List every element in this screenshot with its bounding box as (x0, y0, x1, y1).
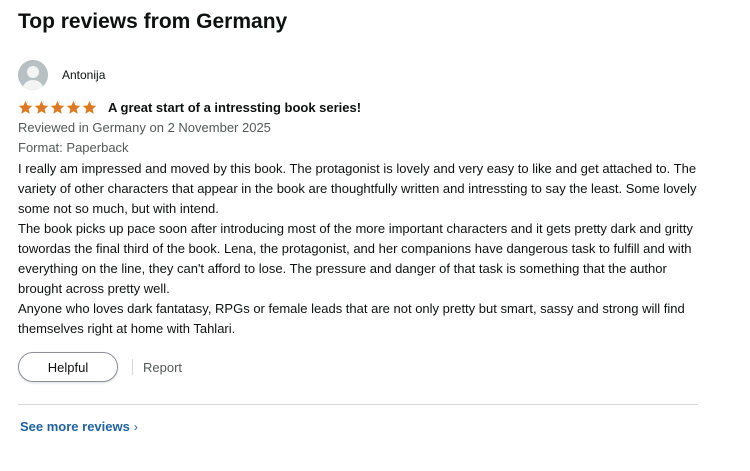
reviewer-profile[interactable]: Antonija (18, 60, 698, 90)
review-format: Format: Paperback (18, 140, 129, 155)
user-silhouette-icon (18, 60, 48, 90)
star-icon (34, 100, 49, 114)
review-card: Antonija A great start of a intressting … (18, 60, 698, 383)
report-link[interactable]: Report (143, 360, 182, 375)
chevron-right-icon: › (133, 419, 138, 434)
see-more-label[interactable]: See more reviews (20, 419, 130, 434)
review-title[interactable]: A great start of a intressting book seri… (108, 100, 361, 115)
review-actions: Helpful Report (18, 351, 698, 383)
review-paragraph: The book picks up pace soon after introd… (18, 221, 693, 296)
star-icon (18, 100, 33, 114)
star-icon (82, 100, 97, 114)
review-date: Reviewed in Germany on 2 November 2025 (18, 120, 271, 135)
review-body: I really am impressed and moved by this … (18, 159, 698, 339)
action-divider (132, 359, 133, 375)
helpful-button[interactable]: Helpful (18, 352, 118, 382)
section-title: Top reviews from Germany (18, 10, 288, 33)
see-more-reviews-link[interactable]: See more reviews › (20, 419, 138, 434)
review-title-row: A great start of a intressting book seri… (18, 98, 698, 116)
section-divider (18, 404, 698, 405)
star-rating[interactable] (18, 100, 98, 115)
review-paragraph: I really am impressed and moved by this … (18, 161, 697, 216)
star-icon (66, 100, 81, 114)
review-paragraph: Anyone who loves dark fantatasy, RPGs or… (18, 301, 685, 336)
reviewer-name[interactable]: Antonija (62, 68, 105, 82)
star-icon (50, 100, 65, 114)
avatar[interactable] (18, 60, 48, 90)
